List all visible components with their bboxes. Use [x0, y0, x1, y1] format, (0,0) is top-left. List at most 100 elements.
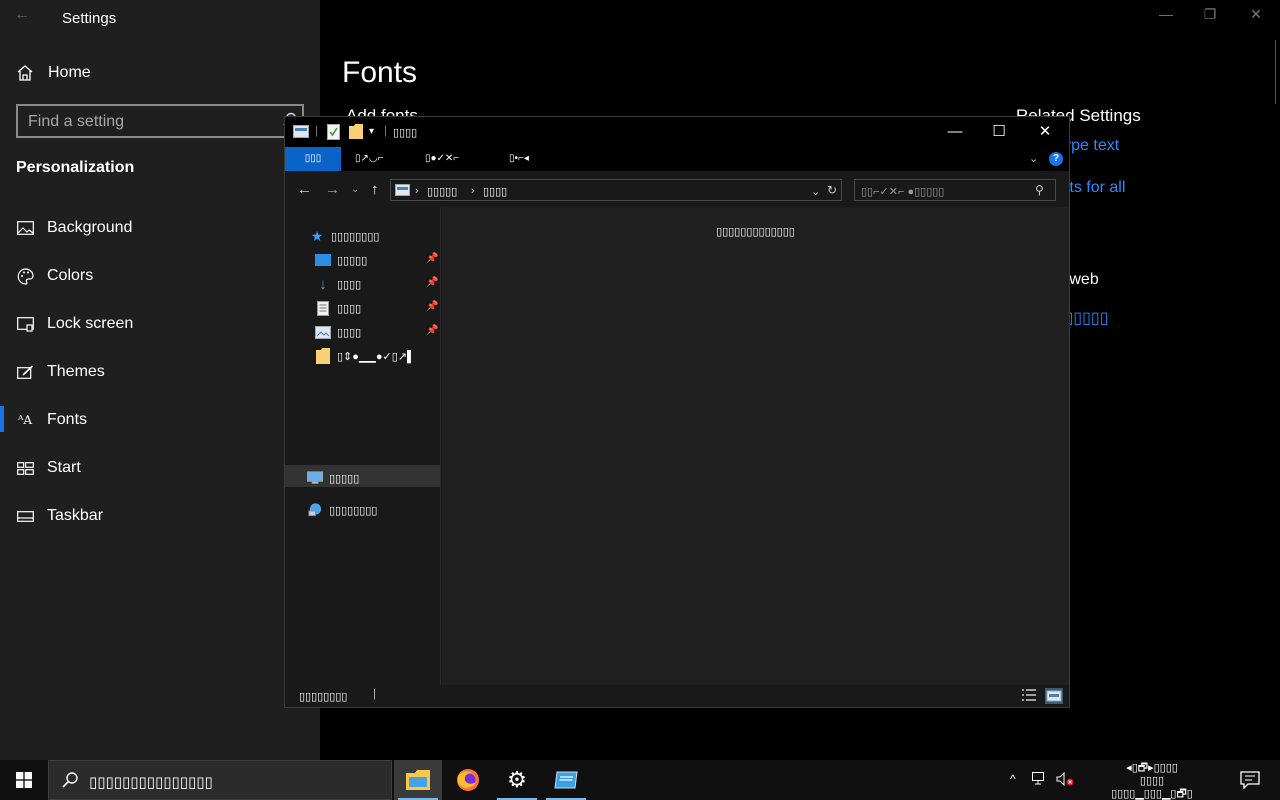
clock-line-1: ◂▯🗗▸▯▯▯▯: [1126, 762, 1178, 774]
item-count: ▯▯▯▯▯▯▯▯: [299, 691, 348, 703]
ribbon-tab-home[interactable]: ▯↗◡⌐: [355, 147, 383, 171]
explorer-title: ▯▯▯▯: [393, 127, 418, 139]
explorer-minimize-icon[interactable]: —: [940, 123, 970, 143]
home-label: Home: [48, 64, 91, 81]
ribbon-tab-view[interactable]: ▯•⌐◂: [509, 147, 529, 171]
pin-icon[interactable]: 📌: [426, 301, 438, 312]
help-icon[interactable]: ?: [1049, 152, 1063, 166]
nav-item-label: Background: [47, 219, 133, 236]
folder-icon: [315, 348, 331, 364]
minimize-icon[interactable]: —: [1154, 6, 1178, 22]
clock-line-2: ▯▯▯▯: [1139, 775, 1165, 787]
clock[interactable]: ◂▯🗗▸▯▯▯▯ ▯▯▯▯ ▯▯▯▯▁▯▯▯▁▯🗗▯: [1088, 762, 1216, 800]
address-bar[interactable]: › ▯▯▯▯▯ › ▯▯▯▯ ⌄ ↻: [390, 179, 842, 201]
refresh-icon[interactable]: ↻: [827, 183, 837, 197]
start-button[interactable]: [0, 760, 48, 800]
nav-item-label: Themes: [47, 363, 105, 380]
properties-icon[interactable]: [327, 124, 340, 145]
nav-item-label: Fonts: [47, 411, 88, 428]
nav-item-start[interactable]: Start: [0, 446, 320, 490]
nav-item-lock-screen[interactable]: Lock screen: [0, 302, 320, 346]
nav-item-background[interactable]: Background: [0, 206, 320, 250]
tree-item-network[interactable]: ▯▯▯▯▯▯▯▯: [307, 499, 377, 521]
nav-item-label: Lock screen: [47, 315, 134, 332]
explorer-close-icon[interactable]: ✕: [1030, 123, 1060, 143]
section-title: Personalization: [16, 159, 135, 176]
taskbar-explorer-window[interactable]: [542, 760, 590, 800]
tree-item-quick-access[interactable]: ★ ▯▯▯▯▯▯▯▯: [309, 225, 380, 247]
home-nav-item[interactable]: Home: [16, 62, 91, 84]
pin-icon[interactable]: 📌: [426, 253, 438, 264]
explorer-search-box[interactable]: ▯▯⌐✓✕⌐ ●▯▯▯▯▯ ⚲: [854, 179, 1056, 201]
close-icon[interactable]: ✕: [1244, 6, 1268, 23]
ribbon-tab-share[interactable]: ▯●✓✕⌐: [425, 147, 459, 171]
tree-item-desktop[interactable]: ▯▯▯▯▯: [315, 249, 367, 271]
taskbar-file-explorer[interactable]: [394, 760, 442, 800]
file-list-area[interactable]: ▯▯▯▯▯▯▯▯▯▯▯▯▯: [442, 207, 1069, 685]
download-arrow-icon: ↓: [319, 275, 327, 293]
settings-search-box[interactable]: [16, 104, 304, 138]
status-divider: |: [373, 688, 376, 700]
taskbar-search-box[interactable]: ▯▯▯▯▯▯▯▯▯▯▯▯▯▯▯: [48, 760, 392, 800]
forward-icon[interactable]: →: [325, 181, 340, 198]
explorer-search-placeholder: ▯▯⌐✓✕⌐ ●▯▯▯▯▯: [861, 186, 945, 198]
tree-label: ▯▯▯▯▯▯▯▯: [331, 230, 380, 243]
address-row: ← → ⌄ ↑ › ▯▯▯▯▯ › ▯▯▯▯ ⌄ ↻ ▯▯⌐✓✕⌐ ●▯▯▯▯▯…: [285, 171, 1069, 207]
qat-divider-2: |: [384, 123, 388, 137]
settings-search-input[interactable]: [28, 112, 278, 132]
tree-item-documents[interactable]: ▯▯▯▯: [315, 297, 361, 319]
pin-icon[interactable]: 📌: [426, 325, 438, 336]
nav-item-themes[interactable]: Themes: [0, 350, 320, 394]
search-icon[interactable]: ⚲: [1035, 183, 1044, 197]
ribbon-expand-icon[interactable]: ⌄: [1029, 152, 1038, 165]
show-hidden-icons-icon[interactable]: ^: [1010, 772, 1016, 786]
page-title: Fonts: [342, 56, 418, 89]
windows-logo-icon: [16, 772, 32, 788]
document-icon: [315, 300, 331, 316]
pin-icon[interactable]: 📌: [426, 277, 438, 288]
details-view-icon[interactable]: [1021, 688, 1039, 704]
tree-label: ▯▯▯▯▯: [337, 254, 368, 267]
back-icon[interactable]: ←: [297, 181, 312, 198]
large-icons-view-icon[interactable]: [1045, 688, 1063, 704]
tree-item-pictures[interactable]: ▯▯▯▯: [315, 321, 361, 343]
fonts-icon: ᴬA: [17, 413, 33, 427]
nav-item-label: Start: [47, 459, 81, 476]
tree-label: ▯▯▯▯: [337, 302, 362, 315]
breadcrumb-part[interactable]: ▯▯▯▯: [483, 185, 507, 198]
action-center-button[interactable]: [1232, 768, 1268, 792]
breadcrumb-part[interactable]: ▯▯▯▯▯: [427, 185, 457, 198]
address-dropdown-icon[interactable]: ⌄: [811, 185, 820, 198]
start-icon: [16, 459, 34, 477]
scrollbar[interactable]: [1268, 40, 1276, 104]
nav-item-fonts[interactable]: ᴬA Fonts: [0, 398, 320, 442]
status-bar: ▯▯▯▯▯▯▯▯ |: [285, 685, 1069, 707]
network-icon: [307, 502, 323, 518]
explorer-titlebar[interactable]: | ▾ | ▯▯▯▯ — ☐ ✕: [285, 117, 1069, 147]
explorer-maximize-icon[interactable]: ☐: [984, 123, 1014, 143]
up-icon[interactable]: ↑: [371, 181, 379, 198]
restore-icon[interactable]: ❐: [1198, 6, 1222, 23]
home-icon: [17, 65, 33, 81]
new-folder-icon[interactable]: [349, 124, 363, 144]
network-status-icon[interactable]: [1032, 772, 1048, 789]
tree-item-downloads[interactable]: ↓ ▯▯▯▯: [315, 273, 361, 295]
tree-item-folder[interactable]: ▯⇕●▁▁●✓▯↗▌: [315, 345, 415, 367]
palette-icon: [16, 267, 34, 285]
taskbar-firefox[interactable]: [444, 760, 492, 800]
explorer-window-icon[interactable]: [293, 125, 309, 144]
this-pc-small-icon: [395, 184, 410, 199]
tree-item-this-pc[interactable]: ▯▯▯▯▯: [307, 467, 359, 489]
ribbon-tab-file[interactable]: ▯▯▯: [285, 147, 341, 171]
nav-item-colors[interactable]: Colors: [0, 254, 320, 298]
recent-locations-icon[interactable]: ⌄: [351, 184, 359, 195]
volume-muted-icon[interactable]: [1056, 771, 1074, 789]
image-icon: [16, 219, 34, 237]
search-icon: [61, 771, 79, 793]
nav-item-taskbar[interactable]: Taskbar: [0, 494, 320, 538]
qat-dropdown-icon[interactable]: ▾: [369, 126, 374, 137]
taskbar: ▯▯▯▯▯▯▯▯▯▯▯▯▯▯▯ ⚙ ^ ◂▯🗗▸▯▯▯▯ ▯▯▯▯ ▯▯▯▯▁▯…: [0, 760, 1280, 800]
tree-label: ▯▯▯▯: [337, 278, 362, 291]
taskbar-settings[interactable]: ⚙: [493, 760, 541, 800]
back-arrow-icon[interactable]: ←: [14, 6, 34, 26]
